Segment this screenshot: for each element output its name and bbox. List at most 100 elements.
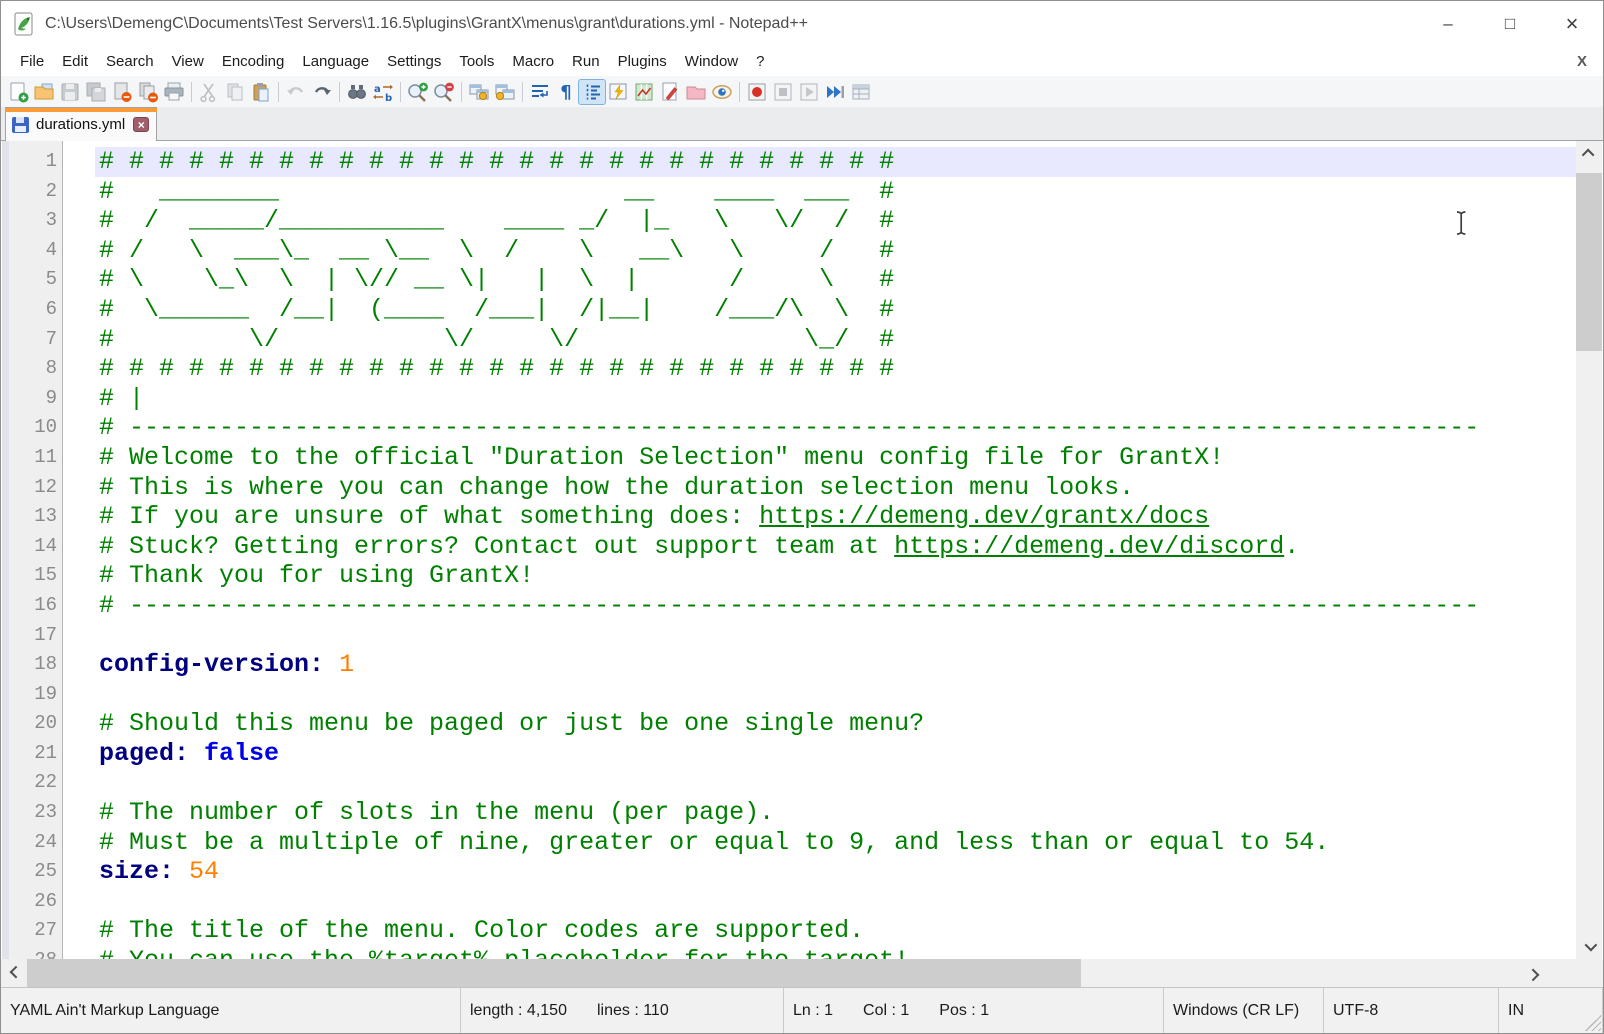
scroll-up-button[interactable] bbox=[1576, 141, 1602, 166]
code-line-24[interactable]: # Must be a multiple of nine, greater or… bbox=[99, 828, 1573, 858]
line-number[interactable]: 27 bbox=[9, 916, 57, 946]
code-line-8[interactable]: # # # # # # # # # # # # # # # # # # # # … bbox=[99, 354, 1573, 384]
macro-save-icon[interactable] bbox=[848, 80, 874, 104]
line-number[interactable]: 5 bbox=[9, 265, 57, 295]
code-line-28[interactable]: # You can use the %target% placeholder f… bbox=[99, 946, 1573, 959]
menu-tools[interactable]: Tools bbox=[450, 49, 503, 74]
cut-icon[interactable] bbox=[196, 80, 222, 104]
line-number[interactable]: 9 bbox=[9, 384, 57, 414]
code-line-27[interactable]: # The title of the menu. Color codes are… bbox=[99, 916, 1573, 946]
line-number[interactable]: 10 bbox=[9, 413, 57, 443]
line-number[interactable]: 28 bbox=[9, 946, 57, 959]
code-line-15[interactable]: # Thank you for using GrantX! bbox=[99, 561, 1573, 591]
show-indent-guide-icon[interactable] bbox=[579, 80, 605, 104]
status-encoding[interactable]: UTF-8 bbox=[1333, 1002, 1378, 1020]
hyperlink[interactable]: https://demeng.dev/grantx/docs bbox=[759, 502, 1209, 531]
code-line-1[interactable]: # # # # # # # # # # # # # # # # # # # # … bbox=[99, 147, 1573, 177]
copy-icon[interactable] bbox=[222, 80, 248, 104]
code-line-23[interactable]: # The number of slots in the menu (per p… bbox=[99, 798, 1573, 828]
scroll-down-button[interactable] bbox=[1576, 934, 1602, 959]
print-icon[interactable] bbox=[161, 80, 187, 104]
document-list-icon[interactable] bbox=[657, 80, 683, 104]
macro-record-icon[interactable] bbox=[744, 80, 770, 104]
word-wrap-icon[interactable] bbox=[527, 80, 553, 104]
menu-settings[interactable]: Settings bbox=[378, 49, 450, 74]
line-number-gutter[interactable]: 1234567891011121314151617181920212223242… bbox=[9, 147, 63, 959]
undo-icon[interactable] bbox=[283, 80, 309, 104]
line-number[interactable]: 16 bbox=[9, 591, 57, 621]
maximize-button[interactable]: □ bbox=[1479, 1, 1541, 46]
code-line-4[interactable]: # / \ ___\_ __ \__ \ / \ __\ \ / # bbox=[99, 236, 1573, 266]
code-line-21[interactable]: paged: false bbox=[99, 739, 1573, 769]
line-number[interactable]: 6 bbox=[9, 295, 57, 325]
menu-run[interactable]: Run bbox=[563, 49, 609, 74]
menu-help[interactable]: ? bbox=[747, 49, 773, 74]
document-map-icon[interactable] bbox=[631, 80, 657, 104]
line-number[interactable]: 18 bbox=[9, 650, 57, 680]
line-number[interactable]: 26 bbox=[9, 887, 57, 917]
new-file-icon[interactable] bbox=[5, 80, 31, 104]
line-number[interactable]: 13 bbox=[9, 502, 57, 532]
close-button[interactable]: × bbox=[1541, 1, 1603, 46]
macro-play-icon[interactable] bbox=[796, 80, 822, 104]
line-number[interactable]: 1 bbox=[9, 147, 57, 177]
open-file-icon[interactable] bbox=[31, 80, 57, 104]
line-number[interactable]: 14 bbox=[9, 532, 57, 562]
folder-as-workspace-icon[interactable] bbox=[683, 80, 709, 104]
sync-vertical-scroll-icon[interactable] bbox=[466, 80, 492, 104]
line-number[interactable]: 22 bbox=[9, 768, 57, 798]
vertical-scrollbar[interactable] bbox=[1576, 141, 1602, 959]
line-number[interactable]: 11 bbox=[9, 443, 57, 473]
replace-icon[interactable]: ab bbox=[370, 80, 396, 104]
save-icon[interactable] bbox=[57, 80, 83, 104]
code-line-5[interactable]: # \ \_\ \ | \// __ \| | \ | / \ # bbox=[99, 265, 1573, 295]
line-number[interactable]: 7 bbox=[9, 325, 57, 355]
function-list-icon[interactable] bbox=[605, 80, 631, 104]
menu-search[interactable]: Search bbox=[97, 49, 163, 74]
code-area[interactable]: # # # # # # # # # # # # # # # # # # # # … bbox=[99, 147, 1573, 959]
paste-icon[interactable] bbox=[248, 80, 274, 104]
line-number[interactable]: 4 bbox=[9, 236, 57, 266]
line-number[interactable]: 19 bbox=[9, 680, 57, 710]
code-line-11[interactable]: # Welcome to the official "Duration Sele… bbox=[99, 443, 1573, 473]
code-line-25[interactable]: size: 54 bbox=[99, 857, 1573, 887]
scroll-right-button[interactable] bbox=[1522, 959, 1547, 987]
find-icon[interactable] bbox=[344, 80, 370, 104]
menu-view[interactable]: View bbox=[163, 49, 213, 74]
code-line-22[interactable] bbox=[99, 768, 1573, 798]
code-line-7[interactable]: # \/ \/ \/ \_/ # bbox=[99, 325, 1573, 355]
resize-grip[interactable] bbox=[1585, 1015, 1601, 1031]
menu-language[interactable]: Language bbox=[293, 49, 378, 74]
tab-durations-yml[interactable]: durations.yml × bbox=[5, 107, 157, 141]
code-line-9[interactable]: # | bbox=[99, 384, 1573, 414]
horizontal-scroll-thumb[interactable] bbox=[27, 959, 1081, 987]
code-line-20[interactable]: # Should this menu be paged or just be o… bbox=[99, 709, 1573, 739]
code-line-16[interactable]: # --------------------------------------… bbox=[99, 591, 1573, 621]
code-line-17[interactable] bbox=[99, 621, 1573, 651]
code-line-6[interactable]: # \______ /__| (____ /___| /|__| /___/\ … bbox=[99, 295, 1573, 325]
sync-horizontal-scroll-icon[interactable] bbox=[492, 80, 518, 104]
line-number[interactable]: 25 bbox=[9, 857, 57, 887]
line-number[interactable]: 23 bbox=[9, 798, 57, 828]
line-number[interactable]: 15 bbox=[9, 561, 57, 591]
menu-encoding[interactable]: Encoding bbox=[213, 49, 294, 74]
zoom-out-icon[interactable] bbox=[431, 80, 457, 104]
status-eol-format[interactable]: Windows (CR LF) bbox=[1173, 1002, 1299, 1020]
save-all-icon[interactable] bbox=[83, 80, 109, 104]
menu-macro[interactable]: Macro bbox=[503, 49, 563, 74]
show-all-characters-icon[interactable]: ¶ bbox=[553, 80, 579, 104]
line-number[interactable]: 8 bbox=[9, 354, 57, 384]
bookmark-margin[interactable] bbox=[2, 141, 9, 959]
code-line-26[interactable] bbox=[99, 887, 1573, 917]
vertical-scroll-thumb[interactable] bbox=[1576, 173, 1602, 351]
horizontal-scrollbar[interactable] bbox=[1, 959, 1603, 987]
line-number[interactable]: 12 bbox=[9, 473, 57, 503]
monitoring-icon[interactable] bbox=[709, 80, 735, 104]
hyperlink[interactable]: https://demeng.dev/discord bbox=[894, 532, 1284, 561]
menu-file[interactable]: File bbox=[11, 49, 53, 74]
code-line-12[interactable]: # This is where you can change how the d… bbox=[99, 473, 1573, 503]
line-number[interactable]: 2 bbox=[9, 177, 57, 207]
redo-icon[interactable] bbox=[309, 80, 335, 104]
tab-close-icon[interactable]: × bbox=[133, 117, 149, 132]
menu-edit[interactable]: Edit bbox=[53, 49, 97, 74]
